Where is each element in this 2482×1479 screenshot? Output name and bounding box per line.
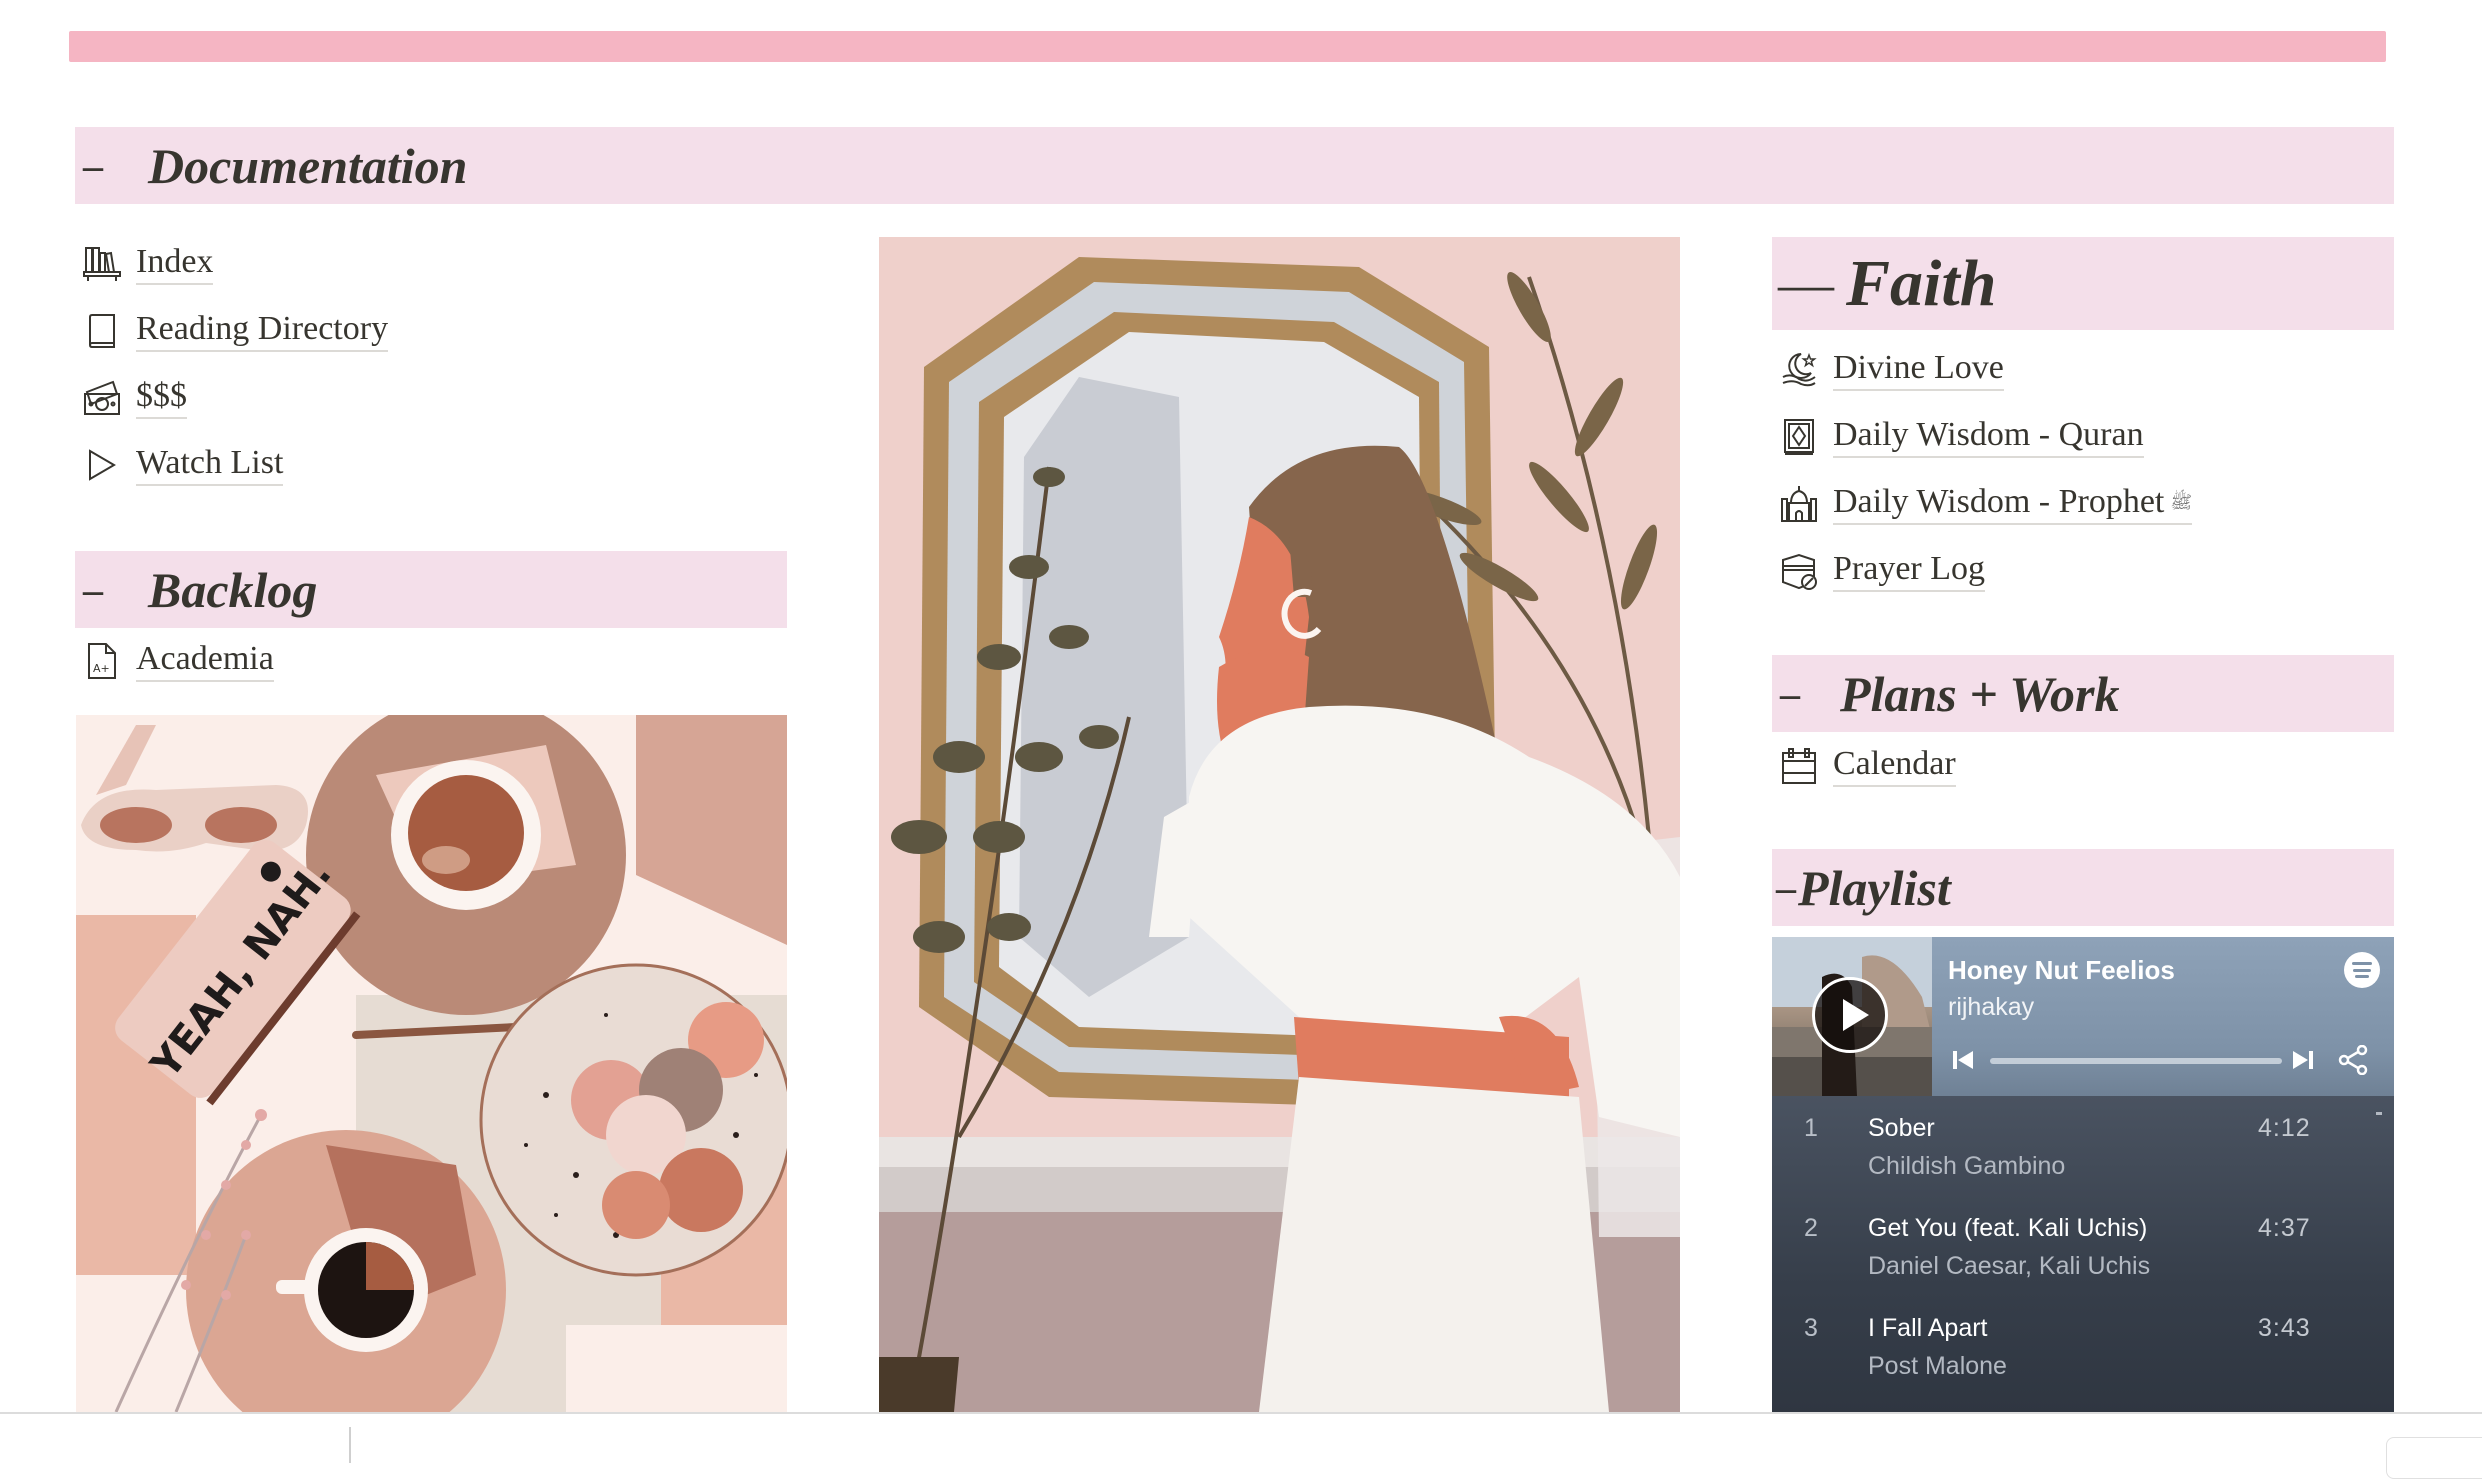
- page-link-label[interactable]: Daily Wisdom - Quran: [1833, 416, 2144, 458]
- page-link-prayer-log[interactable]: Prayer Log: [1779, 543, 2192, 599]
- playlist-owner[interactable]: rijhakay: [1948, 993, 2034, 1022]
- page-link-daily-wisdom-prophet[interactable]: Daily Wisdom - Prophet ﷺ: [1779, 476, 2193, 532]
- track-row[interactable]: 1 Sober Childish Gambino 4:12: [1772, 1106, 2394, 1202]
- quran-icon: [1779, 417, 1819, 457]
- page-link-label[interactable]: Calendar: [1833, 745, 1956, 787]
- spotify-logo-icon[interactable]: [2344, 952, 2380, 988]
- track-number: 2: [1804, 1214, 1818, 1242]
- bookshelf-icon: [82, 244, 122, 284]
- page-link-watch-list[interactable]: Watch List: [82, 437, 388, 493]
- page-link-label[interactable]: Watch List: [136, 444, 284, 486]
- progress-bar[interactable]: [1990, 1058, 2282, 1064]
- documentation-title: Documentation: [148, 137, 468, 194]
- page-link-calendar[interactable]: Calendar: [1779, 738, 1956, 794]
- faith-header: — Faith: [1772, 237, 2394, 330]
- documentation-header: – Documentation: [75, 127, 2394, 204]
- play-button[interactable]: [1812, 977, 1888, 1053]
- faith-list: Divine Love Daily Wisdom - Quran Daily W…: [1779, 342, 2193, 599]
- header-dash: –: [1776, 865, 1796, 910]
- grade-document-icon: A+: [82, 641, 122, 681]
- page-link-academia[interactable]: A+ Academia: [82, 633, 274, 689]
- playlist-header: – Playlist: [1772, 849, 2394, 926]
- book-icon: [82, 311, 122, 351]
- salawat-symbol: ﷺ: [2170, 492, 2193, 512]
- track-row[interactable]: 3 I Fall Apart Post Malone 3:43: [1772, 1306, 2394, 1402]
- bottom-divider: [0, 1412, 2482, 1414]
- share-icon[interactable]: [2338, 1045, 2368, 1075]
- page-link-label-text: Daily Wisdom - Prophet: [1833, 483, 2165, 520]
- header-dash: –: [83, 143, 103, 188]
- track-list: 1 Sober Childish Gambino 4:12 2 Get You …: [1772, 1096, 2394, 1413]
- calendar-icon: [1779, 746, 1819, 786]
- track-name: Get You (feat. Kali Uchis): [1868, 1214, 2148, 1242]
- plans-work-title: Plans + Work: [1840, 665, 2120, 722]
- faith-title: Faith: [1846, 246, 1997, 320]
- spotify-embed[interactable]: Honey Nut Feelios rijhakay 1 Sober Child…: [1772, 937, 2394, 1413]
- plans-list: Calendar: [1779, 738, 1956, 794]
- money-icon: [82, 378, 122, 418]
- backlog-list: A+ Academia: [82, 633, 274, 689]
- next-track-icon[interactable]: [2292, 1049, 2314, 1071]
- playlist-title: Playlist: [1798, 859, 1951, 916]
- track-duration: 4:12: [2258, 1114, 2311, 1142]
- page-link-label[interactable]: Index: [136, 243, 214, 285]
- track-row[interactable]: 2 Get You (feat. Kali Uchis) Daniel Caes…: [1772, 1206, 2394, 1302]
- header-dash: –: [83, 567, 103, 612]
- page-link-label[interactable]: Prayer Log: [1833, 550, 1986, 592]
- page-link-label[interactable]: Divine Love: [1833, 349, 2004, 391]
- cover-bar: [69, 31, 2386, 62]
- page-link-index[interactable]: Index: [82, 236, 388, 292]
- track-artist: Post Malone: [1868, 1352, 2007, 1380]
- page-link-label[interactable]: Academia: [136, 640, 274, 682]
- page-link-divine-love[interactable]: Divine Love: [1779, 342, 2192, 398]
- help-button[interactable]: [2386, 1437, 2482, 1479]
- track-artist: Daniel Caesar, Kali Uchis: [1868, 1252, 2151, 1280]
- page-link-label[interactable]: $$$: [136, 377, 187, 419]
- track-name: Sober: [1868, 1114, 1935, 1142]
- svg-text:A+: A+: [93, 662, 110, 675]
- page-link-daily-wisdom-quran[interactable]: Daily Wisdom - Quran: [1779, 409, 2192, 465]
- documentation-list: Index Reading Directory $$$ Watch List: [82, 236, 389, 493]
- plans-work-header: – Plans + Work: [1772, 655, 2394, 732]
- mosque-icon: [1779, 484, 1819, 524]
- page-link-label[interactable]: Daily Wisdom - Prophet ﷺ: [1833, 483, 2193, 525]
- backlog-title: Backlog: [148, 561, 318, 618]
- album-art-image: [1772, 937, 1932, 1096]
- bottom-separator: [349, 1427, 351, 1463]
- spotify-player-header: Honey Nut Feelios rijhakay: [1772, 937, 2394, 1096]
- page-link-reading-directory[interactable]: Reading Directory: [82, 303, 389, 359]
- playlist-name[interactable]: Honey Nut Feelios: [1948, 955, 2175, 986]
- track-number: 1: [1804, 1114, 1818, 1142]
- play-triangle-icon: [82, 445, 122, 485]
- header-dash: —: [1778, 252, 1834, 315]
- track-artist: Childish Gambino: [1868, 1152, 2066, 1180]
- backlog-header: – Backlog: [75, 551, 787, 628]
- track-name: I Fall Apart: [1868, 1314, 1988, 1342]
- track-number: 3: [1804, 1314, 1818, 1342]
- crescent-hand-icon: [1779, 350, 1819, 390]
- woman-mirror-illustration-image: [879, 237, 1680, 1412]
- kaaba-icon: [1779, 551, 1819, 591]
- previous-track-icon[interactable]: [1952, 1049, 1974, 1071]
- page-link-money[interactable]: $$$: [82, 370, 388, 426]
- page-link-label[interactable]: Reading Directory: [136, 310, 389, 352]
- track-duration: 4:37: [2258, 1214, 2311, 1242]
- coffee-illustration-image: YEAH, NAH.: [76, 715, 787, 1412]
- track-duration: 3:43: [2258, 1314, 2311, 1342]
- header-dash: –: [1780, 671, 1800, 716]
